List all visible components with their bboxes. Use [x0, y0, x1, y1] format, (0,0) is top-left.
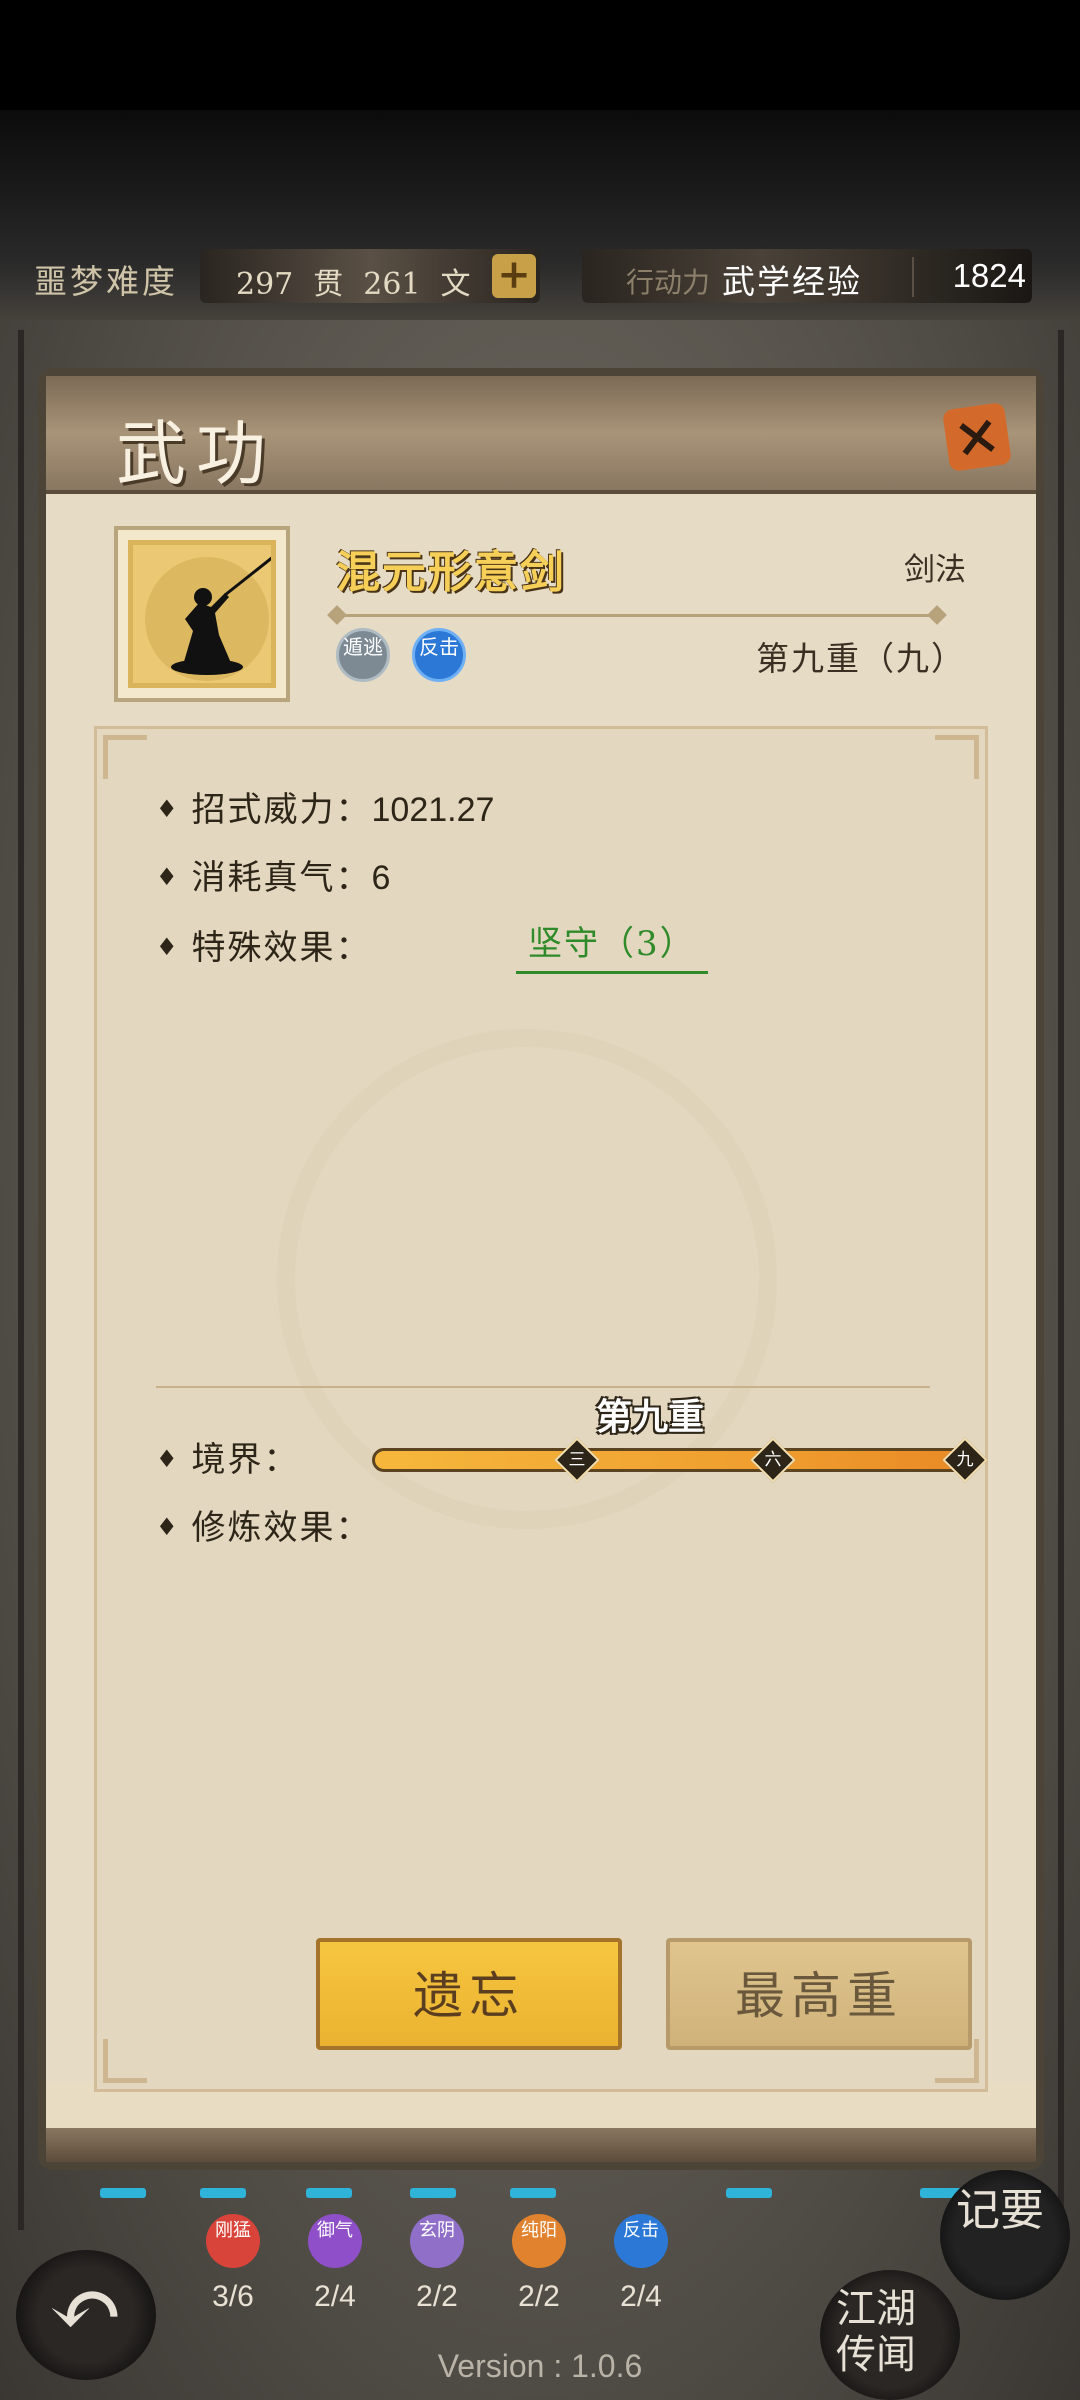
- exp-separator: [912, 257, 914, 297]
- mini-tab-indicator: [306, 2188, 352, 2198]
- tag-counter-icon[interactable]: 反击: [614, 2214, 668, 2268]
- tag-qi-icon[interactable]: 御气: [308, 2214, 362, 2268]
- stat-effect: ♦ 特殊效果：: [156, 920, 372, 969]
- mini-tab-indicator: [726, 2188, 772, 2198]
- diamond-bullet-icon: ♦: [156, 1513, 180, 1541]
- difficulty-label: 噩梦难度: [34, 262, 178, 301]
- status-bar: 噩梦难度 297 贯 261 文 + 行动力 武学经验 1824: [0, 245, 1080, 309]
- max-level-button[interactable]: 最高重: [666, 1938, 972, 2050]
- realm-label: 境界：: [191, 1440, 300, 1480]
- stat-cost: ♦ 消耗真气：6: [156, 850, 390, 899]
- diamond-bullet-icon: ♦: [156, 933, 180, 961]
- skill-level: 第九重（九）: [756, 639, 966, 678]
- martial-exp-label: 武学经验: [722, 262, 862, 301]
- swordsman-icon: [128, 540, 276, 688]
- mini-tab-indicator: [100, 2188, 146, 2198]
- stat-realm: ♦ 境界：: [156, 1432, 300, 1481]
- realm-current-level: 第九重: [596, 1396, 705, 1438]
- action-exp-display: 行动力 武学经验 1824: [582, 249, 1032, 303]
- stat-training: ♦ 修炼效果：: [156, 1500, 372, 1549]
- dialog-header: 武功 ×: [46, 376, 1036, 495]
- dialog-footer: [46, 2128, 1036, 2162]
- tag-escape-icon[interactable]: 遁逃: [336, 628, 390, 682]
- training-label: 修炼效果：: [191, 1508, 372, 1548]
- effect-label: 特殊效果：: [191, 928, 372, 968]
- money-wen-unit: 文: [440, 267, 471, 302]
- tag-yang-count: 2/2: [518, 2280, 560, 2313]
- corner-ornament: [103, 2039, 147, 2083]
- bottom-bar: 刚猛 3/6 御气 2/4 玄阴 2/2 纯阳 2/2 反击 2/4 ↶ 记要 …: [0, 2170, 1080, 2400]
- money-display: 297 贯 261 文 +: [200, 249, 540, 303]
- special-effect-link[interactable]: 坚守（3）: [516, 916, 708, 974]
- skill-divider: [336, 614, 936, 617]
- stat-power: ♦ 招式威力：1021.27: [156, 782, 494, 831]
- tag-yang-icon[interactable]: 纯阳: [512, 2214, 566, 2268]
- forget-button[interactable]: 遗忘: [316, 1938, 622, 2050]
- corner-ornament: [935, 735, 979, 779]
- close-button[interactable]: ×: [941, 400, 1013, 473]
- diamond-bullet-icon: ♦: [156, 1445, 180, 1473]
- mini-tab-indicator: [410, 2188, 456, 2198]
- tag-counter-icon[interactable]: 反击: [412, 628, 466, 682]
- add-money-button[interactable]: +: [492, 254, 536, 298]
- tag-strength-icon[interactable]: 刚猛: [206, 2214, 260, 2268]
- skill-type: 剑法: [904, 552, 966, 588]
- action-points-label: 行动力: [626, 266, 711, 299]
- realm-progress-bar: 三 六 九: [372, 1437, 988, 1483]
- section-divider: [156, 1386, 930, 1388]
- version-label: Version : 1.0.6: [437, 2348, 643, 2384]
- money-guan-value: 297: [236, 267, 294, 302]
- corner-ornament: [103, 735, 147, 779]
- mini-tab-indicator: [510, 2188, 556, 2198]
- tag-strength-count: 3/6: [212, 2280, 254, 2313]
- power-label: 招式威力：: [191, 790, 372, 830]
- tag-yin-count: 2/2: [416, 2280, 458, 2313]
- top-black-area: [0, 0, 1080, 120]
- mini-tab-indicator: [200, 2188, 246, 2198]
- martial-arts-dialog: 武功 × 混元形意剑 剑法 遁逃 反击 第九重（九） ♦ 招式威力：1021.27…: [38, 368, 1044, 2170]
- skill-name: 混元形意剑: [336, 547, 566, 598]
- cost-label: 消耗真气：: [191, 858, 372, 898]
- tag-counter-count: 2/4: [620, 2280, 662, 2313]
- martial-exp-value: 1824: [952, 257, 1026, 294]
- tag-qi-count: 2/4: [314, 2280, 356, 2313]
- dialog-title: 武功: [116, 413, 276, 495]
- skill-icon-frame: [114, 526, 290, 702]
- notes-button[interactable]: 记要: [940, 2170, 1070, 2300]
- power-value: 1021.27: [371, 791, 495, 829]
- diamond-bullet-icon: ♦: [156, 795, 180, 823]
- money-wen-value: 261: [363, 267, 421, 302]
- background-stroke-right: [1058, 330, 1064, 2230]
- tag-yin-icon[interactable]: 玄阴: [410, 2214, 464, 2268]
- background-stroke-left: [18, 330, 24, 2230]
- cost-value: 6: [371, 859, 391, 897]
- money-guan-unit: 贯: [313, 267, 344, 302]
- diamond-bullet-icon: ♦: [156, 863, 180, 891]
